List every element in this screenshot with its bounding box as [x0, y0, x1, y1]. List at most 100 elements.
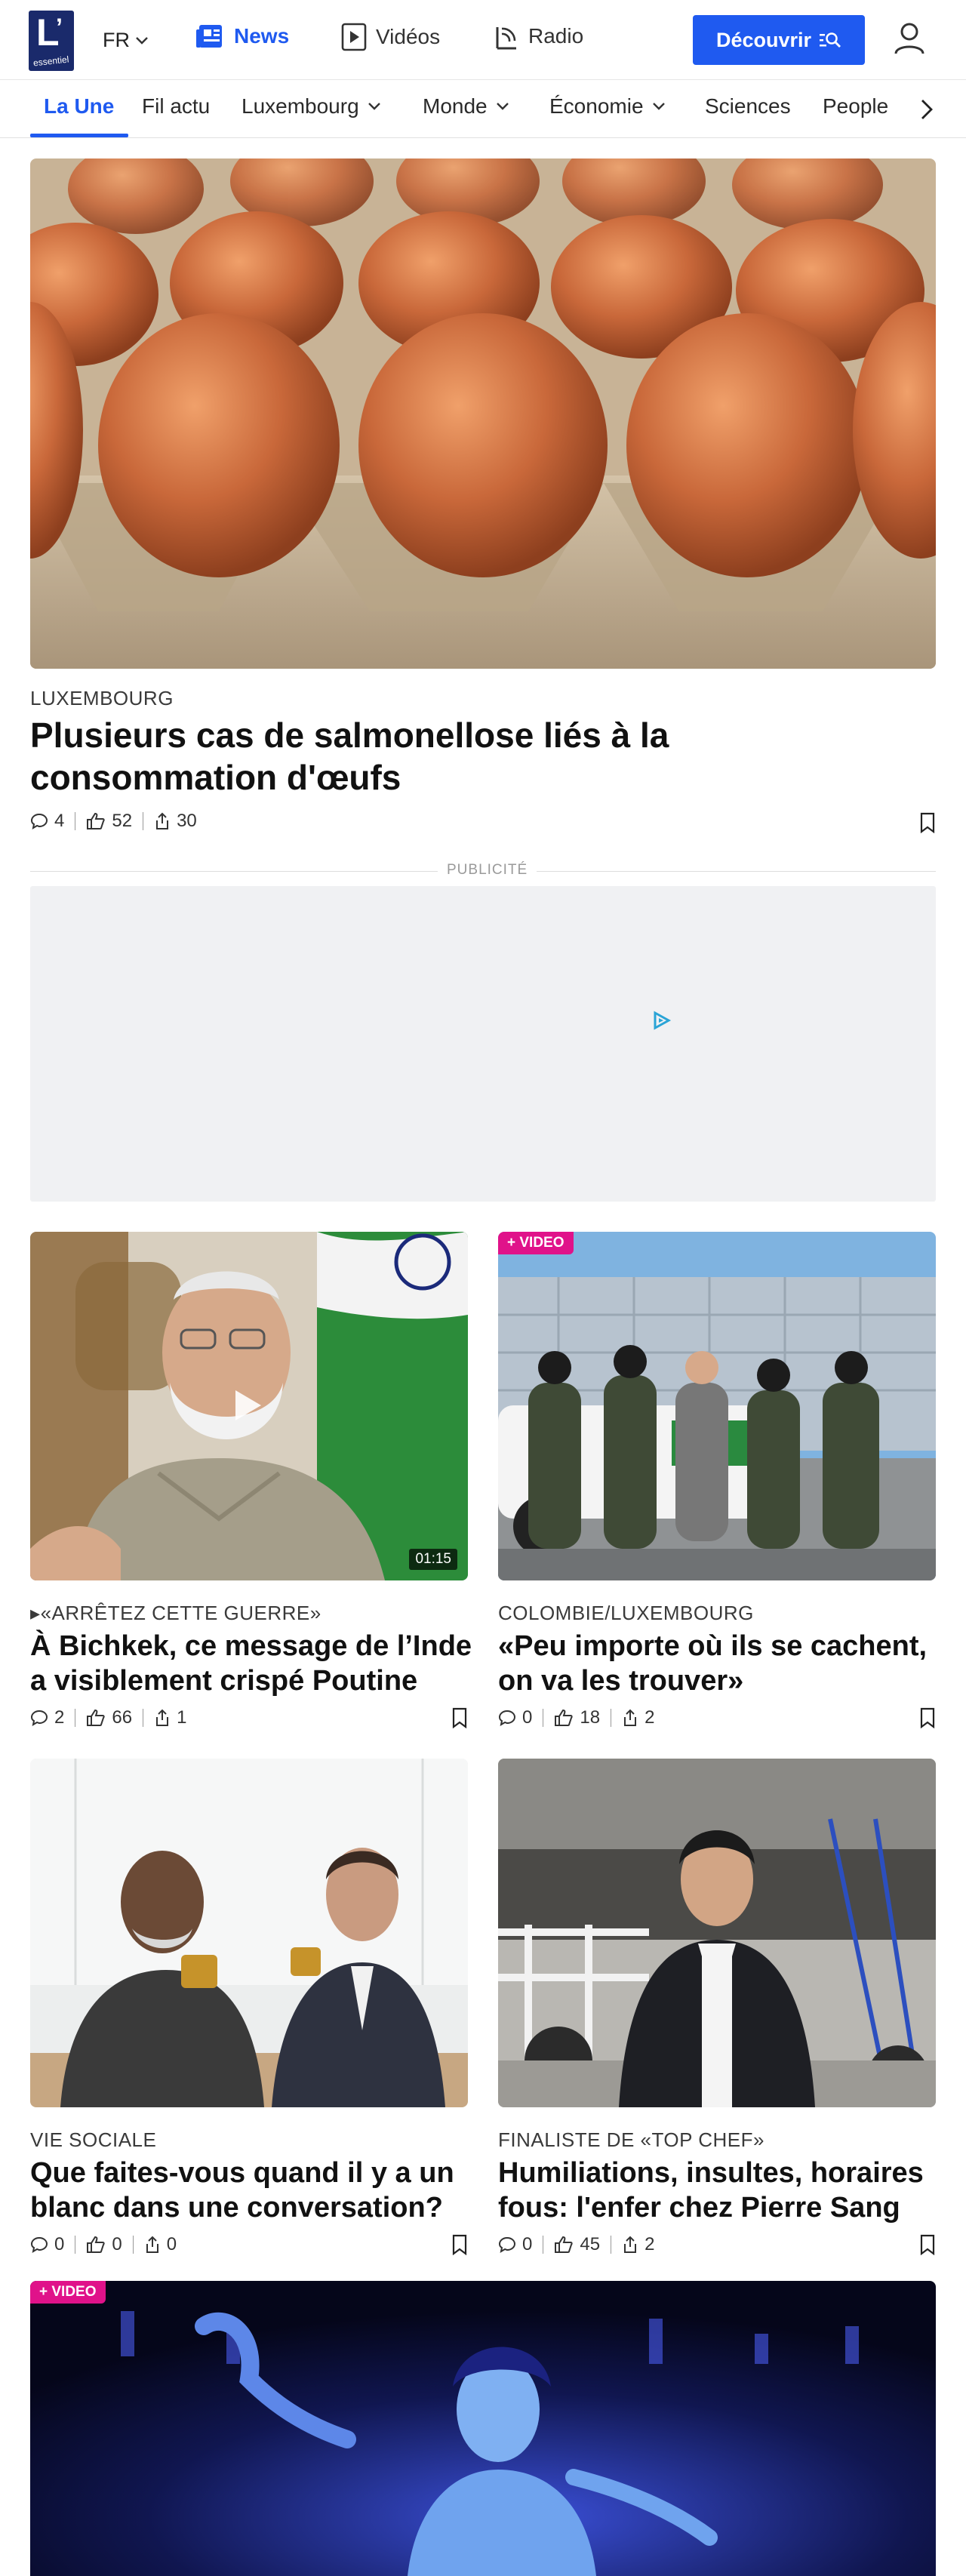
- language-label: FR: [103, 29, 130, 51]
- thumbs-up-icon: [87, 812, 106, 829]
- hero-section-label[interactable]: LUXEMBOURG: [30, 687, 174, 710]
- comments-count[interactable]: 2: [30, 1707, 64, 1728]
- headline-line: À Bichkek, ce message de l’Inde: [30, 1630, 472, 1662]
- category-la-une[interactable]: La Une: [44, 94, 114, 118]
- chevron-down-icon: [136, 36, 148, 45]
- article-section-label[interactable]: VIE SOCIALE: [30, 2128, 156, 2152]
- category-nav: La Une Fil actu Luxembourg Monde Économi…: [0, 81, 966, 138]
- article-image[interactable]: [30, 1759, 468, 2107]
- video-tag: + VIDEO: [498, 1232, 574, 1254]
- language-selector[interactable]: FR: [103, 29, 149, 52]
- ad-choices-icon[interactable]: [651, 1010, 672, 1031]
- category-label: La Une: [44, 94, 115, 118]
- article-headline[interactable]: Humiliations, insultes, horaires fous: l…: [498, 2156, 924, 2225]
- article-meta: 0 45 2: [498, 2234, 654, 2255]
- article-section-label[interactable]: COLOMBIE/LUXEMBOURG: [498, 1602, 754, 1625]
- hero-headline-line: consommation d'œufs: [30, 758, 401, 797]
- play-small-icon: ▸: [30, 1602, 41, 1624]
- category-label: Monde: [423, 94, 488, 118]
- article-meta: 0 0 0: [30, 2234, 177, 2255]
- shares-count[interactable]: 2: [622, 1707, 654, 1728]
- hero-headline[interactable]: Plusieurs cas de salmonellose liés à la …: [30, 714, 669, 799]
- likes-count[interactable]: 0: [86, 2234, 122, 2255]
- hero-image[interactable]: [30, 158, 936, 669]
- category-luxembourg[interactable]: Luxembourg: [242, 94, 382, 118]
- category-label: Économie: [549, 94, 644, 118]
- radio-icon: [496, 27, 516, 50]
- advertisement-slot[interactable]: [30, 886, 936, 1202]
- category-economie[interactable]: Économie: [549, 94, 666, 118]
- likes-value: 18: [580, 1707, 601, 1728]
- article-image[interactable]: + VIDEO: [498, 1232, 936, 1580]
- comment-icon: [30, 813, 48, 830]
- headline-line: «Peu importe où ils se cachent,: [498, 1630, 928, 1662]
- chevron-right-icon[interactable]: [913, 96, 940, 123]
- play-icon: [341, 23, 367, 51]
- shares-count[interactable]: 0: [144, 2234, 177, 2255]
- active-tab-indicator: [30, 134, 128, 137]
- nav-radio-label: Radio: [528, 24, 584, 48]
- shares-value: 2: [645, 2234, 655, 2254]
- likes-count[interactable]: 52: [86, 811, 132, 832]
- logo-apostrophe: ’: [56, 14, 63, 41]
- search-list-icon: [820, 32, 841, 48]
- article-headline[interactable]: «Peu importe où ils se cachent, on va le…: [498, 1629, 927, 1698]
- category-sciences[interactable]: Sciences: [705, 94, 791, 118]
- article-headline[interactable]: À Bichkek, ce message de l’Inde a visibl…: [30, 1629, 472, 1698]
- article-meta: 0 18 2: [498, 1707, 654, 1728]
- likes-count[interactable]: 18: [554, 1707, 600, 1728]
- article-headline[interactable]: Que faites-vous quand il y a un blanc da…: [30, 2156, 454, 2225]
- headline-line: on va les trouver»: [498, 1665, 744, 1697]
- shares-count[interactable]: 2: [622, 2234, 654, 2255]
- comments-value: 4: [54, 811, 65, 831]
- likes-value: 45: [580, 2234, 601, 2254]
- comment-icon: [498, 1710, 516, 1727]
- share-icon: [624, 1709, 637, 1726]
- comments-count[interactable]: 0: [498, 2234, 532, 2255]
- newspaper-icon: [196, 25, 222, 48]
- comment-icon: [30, 2236, 48, 2254]
- site-logo[interactable]: L ’ essentiel: [29, 11, 74, 71]
- likes-count[interactable]: 45: [554, 2234, 600, 2255]
- shares-count[interactable]: 30: [154, 811, 197, 832]
- share-icon: [156, 812, 169, 829]
- comments-count[interactable]: 4: [30, 811, 64, 832]
- article-image[interactable]: 01:15: [30, 1232, 468, 1580]
- comments-count[interactable]: 0: [498, 1707, 532, 1728]
- category-monde[interactable]: Monde: [423, 94, 510, 118]
- comments-value: 0: [522, 1707, 533, 1728]
- share-icon: [156, 1709, 169, 1726]
- logo-wordmark: essentiel: [32, 54, 69, 69]
- category-people[interactable]: People: [823, 94, 888, 118]
- shares-count[interactable]: 1: [154, 1707, 186, 1728]
- bookmark-icon[interactable]: [919, 2234, 936, 2255]
- category-fil-actu[interactable]: Fil actu: [142, 94, 210, 118]
- discover-button[interactable]: Découvrir: [693, 15, 865, 65]
- category-label: Sciences: [705, 94, 791, 118]
- play-icon[interactable]: [235, 1390, 261, 1420]
- user-account-icon[interactable]: [891, 20, 928, 57]
- article-image[interactable]: + VIDEO: [30, 2281, 936, 2576]
- nav-radio[interactable]: Radio: [494, 23, 583, 50]
- bookmark-icon[interactable]: [451, 2234, 468, 2255]
- bookmark-icon[interactable]: [919, 1707, 936, 1728]
- bookmark-icon[interactable]: [451, 1707, 468, 1728]
- nav-videos[interactable]: Vidéos: [341, 23, 440, 51]
- bookmark-icon[interactable]: [919, 812, 936, 833]
- comments-count[interactable]: 0: [30, 2234, 64, 2255]
- video-tag: + VIDEO: [30, 2281, 106, 2304]
- nav-videos-label: Vidéos: [376, 25, 441, 48]
- ad-label: PUBLICITÉ: [438, 862, 537, 879]
- hero-meta: 4 52 30: [30, 811, 197, 832]
- category-label: People: [823, 94, 889, 118]
- comments-value: 2: [54, 1707, 65, 1728]
- article-image[interactable]: [498, 1759, 936, 2107]
- article-section-label[interactable]: FINALISTE DE «TOP CHEF»: [498, 2128, 764, 2152]
- video-duration: 01:15: [409, 1549, 457, 1570]
- article-section-label[interactable]: ▸«ARRÊTEZ CETTE GUERRE»: [30, 1602, 321, 1625]
- headline-line: Que faites-vous quand il y a un: [30, 2157, 454, 2189]
- hero-headline-line: Plusieurs cas de salmonellose liés à la: [30, 716, 669, 755]
- thumbs-up-icon: [87, 2236, 106, 2253]
- likes-count[interactable]: 66: [86, 1707, 132, 1728]
- nav-news[interactable]: News: [195, 23, 289, 50]
